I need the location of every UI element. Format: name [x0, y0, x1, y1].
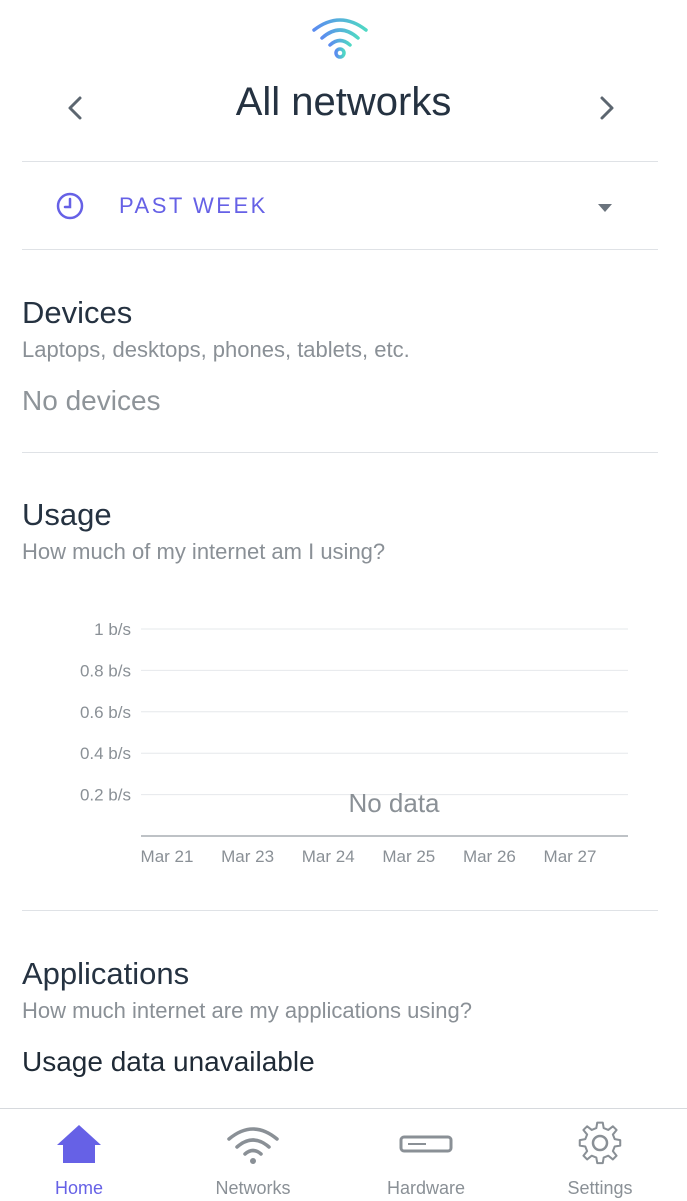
tab-hardware-label: Hardware — [386, 1178, 466, 1198]
x-tick-label: Mar 24 — [302, 847, 355, 866]
divider — [22, 249, 658, 250]
devices-empty-text: No devices — [22, 385, 161, 416]
page-title: All networks — [235, 80, 452, 124]
tab-home[interactable]: Home — [0, 1109, 165, 1201]
divider — [22, 452, 658, 453]
devices-subtitle: Laptops, desktops, phones, tablets, etc. — [22, 337, 410, 362]
gear-icon — [578, 1121, 622, 1165]
home-icon — [57, 1125, 101, 1163]
clock-icon — [56, 192, 84, 220]
wifi-logo-icon — [310, 12, 370, 60]
applications-title: Applications — [22, 956, 190, 991]
tab-hardware[interactable]: Hardware — [340, 1109, 512, 1201]
x-tick-label: Mar 25 — [382, 847, 435, 866]
next-network-button[interactable] — [588, 88, 624, 128]
x-tick-label: Mar 23 — [221, 847, 274, 866]
tab-settings-label: Settings — [567, 1178, 633, 1198]
caret-down-icon — [598, 204, 612, 212]
tab-networks[interactable]: Networks — [167, 1109, 339, 1201]
y-tick-label: 0.8 b/s — [80, 661, 131, 680]
divider — [22, 910, 658, 911]
y-tick-label: 0.6 b/s — [80, 703, 131, 722]
usage-chart: 0.2 b/s 0.4 b/s 0.6 b/s 0.8 b/s 1 b/s Mar 21 M… — [80, 620, 628, 866]
time-range-dropdown[interactable]: PAST WEEK — [22, 162, 658, 250]
tab-home-label: Home — [54, 1178, 103, 1198]
wifi-icon — [227, 1127, 279, 1164]
x-tick-label: Mar 27 — [544, 847, 597, 866]
x-tick-label: Mar 21 — [141, 847, 194, 866]
y-tick-label: 0.4 b/s — [80, 744, 131, 763]
no-data-label: No data — [348, 788, 440, 818]
y-tick-label: 1 b/s — [94, 620, 131, 639]
x-tick-label: Mar 26 — [463, 847, 516, 866]
chevron-right-icon — [600, 96, 614, 120]
tab-networks-label: Networks — [215, 1178, 291, 1198]
router-icon — [399, 1135, 453, 1153]
tab-settings[interactable]: Settings — [514, 1109, 686, 1201]
y-tick-label: 0.2 b/s — [80, 786, 131, 805]
applications-status-text: Usage data unavailable — [22, 1046, 315, 1077]
devices-title: Devices — [22, 295, 133, 330]
applications-subtitle: How much internet are my applications us… — [22, 998, 473, 1023]
tab-bar: Home Networks Hardware Settings — [0, 1108, 687, 1201]
time-range-label: PAST WEEK — [119, 193, 268, 218]
usage-subtitle: How much of my internet am I using? — [22, 539, 386, 564]
usage-title: Usage — [22, 497, 112, 532]
